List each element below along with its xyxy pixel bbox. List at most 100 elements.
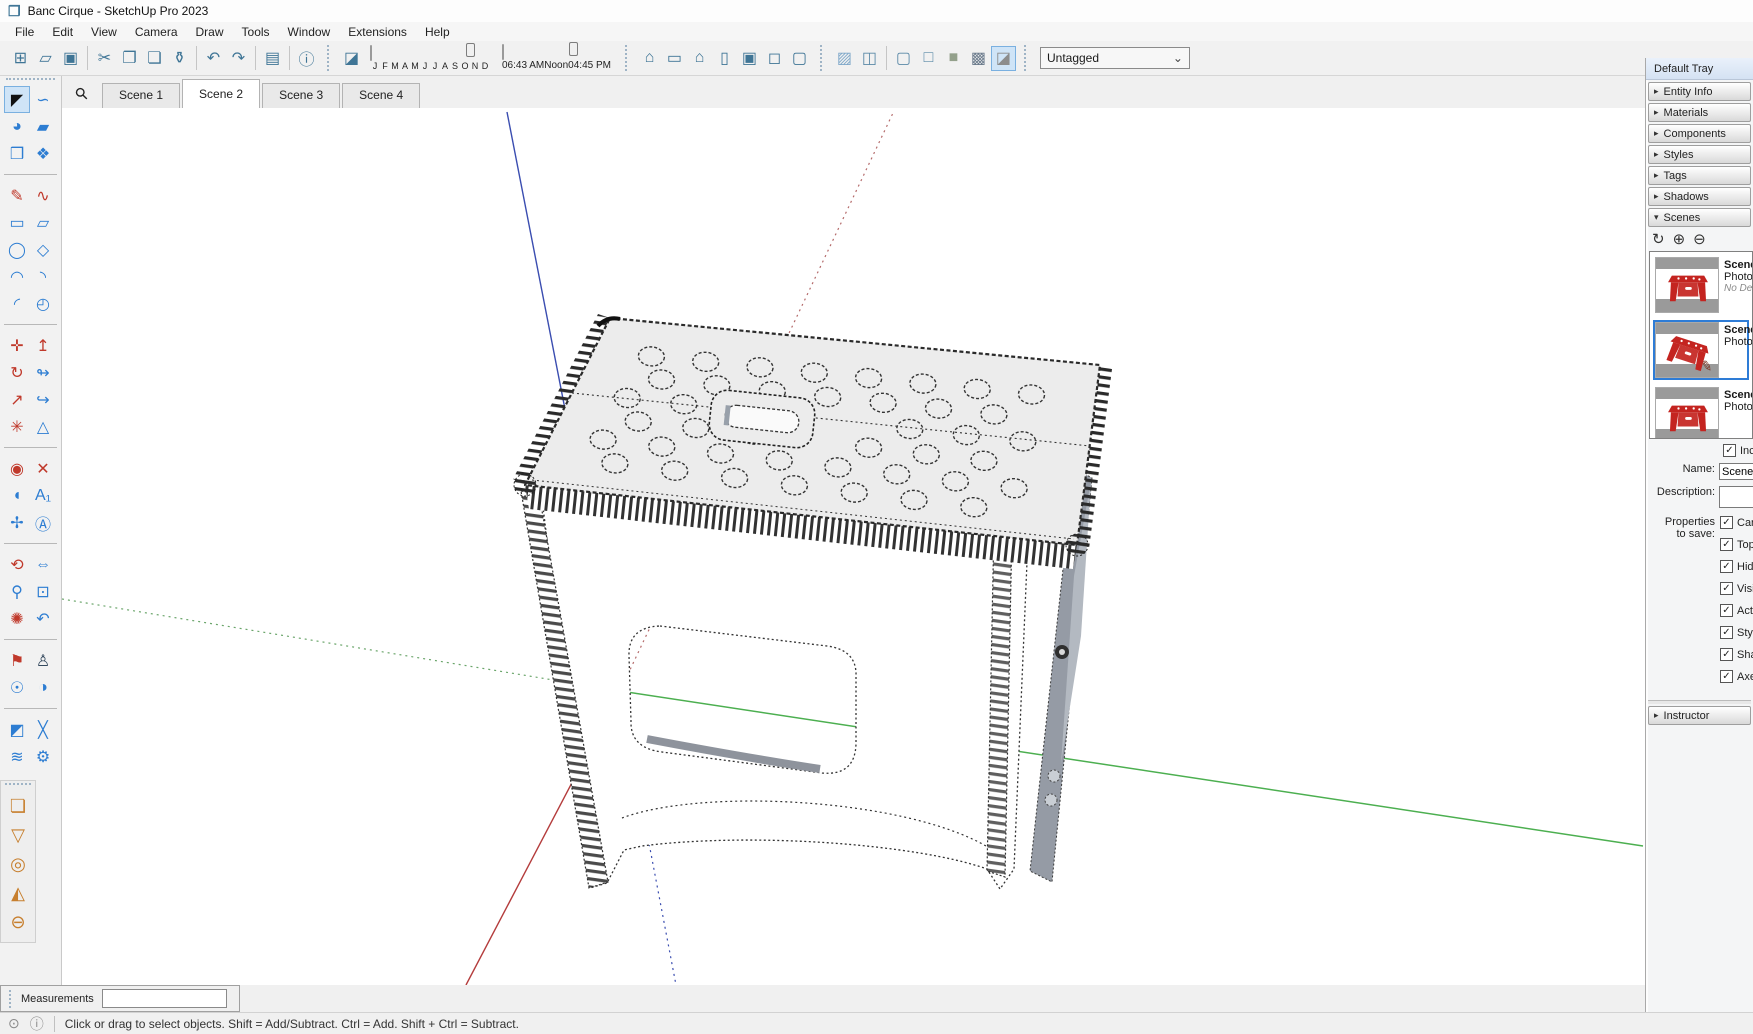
cone-volume-tool[interactable]: ◭ — [5, 880, 31, 907]
scene-thumbnail[interactable] — [1655, 387, 1719, 438]
erase-button[interactable]: ⚱ — [167, 46, 192, 71]
tray-resize-handle[interactable] — [1648, 700, 1751, 704]
style-xray-button[interactable]: ▨ — [832, 46, 857, 71]
walk-tool[interactable]: ♙ — [30, 647, 56, 674]
style-shaded-button[interactable]: ■ — [941, 46, 966, 71]
rings-tool[interactable]: ◎ — [5, 851, 31, 878]
rotated-rectangle-tool[interactable]: ▱ — [30, 209, 56, 236]
menu-item[interactable]: View — [82, 23, 126, 41]
checkbox-icon[interactable]: ✓ — [1720, 604, 1733, 617]
active-tag-dropdown[interactable]: Untagged ⌄ — [1039, 47, 1190, 69]
tray-section-header[interactable]: ▸ Styles — [1648, 145, 1751, 164]
toolbar-grip[interactable] — [9, 989, 13, 1008]
push-pull-tool[interactable]: ↥ — [30, 332, 56, 359]
checkbox-icon[interactable]: ✓ — [1723, 444, 1736, 457]
follow-me-tool[interactable]: ↬ — [30, 359, 56, 386]
zoom-window-tool[interactable]: ⊡ — [30, 578, 56, 605]
scene-property-checkbox[interactable]: ✓ Sha — [1720, 648, 1753, 661]
remove-scene-button[interactable]: ⊖ — [1693, 230, 1706, 248]
rectangle-tool[interactable]: ▭ — [4, 209, 30, 236]
time-slider-track[interactable] — [502, 44, 504, 60]
date-slider-handle[interactable] — [465, 42, 475, 57]
scene-tab[interactable]: Scene 4 — [342, 83, 421, 108]
arc-2pt-tool[interactable]: ◠ — [4, 263, 30, 290]
include-in-animation-checkbox[interactable]: ✓ Inc — [1723, 444, 1753, 457]
checkbox-icon[interactable]: ✓ — [1720, 648, 1733, 661]
look-at-tool[interactable]: ◑ — [30, 674, 56, 701]
arc-3pt-tool[interactable]: ◝ — [30, 263, 56, 290]
scene-property-checkbox[interactable]: ✓ Act — [1720, 604, 1753, 617]
text-tool[interactable]: A₁ — [30, 482, 56, 509]
new-button[interactable]: ⊞ — [8, 46, 33, 71]
display-section-cuts-tool[interactable]: ≋ — [4, 743, 30, 770]
drape-tool[interactable]: ▽ — [5, 822, 31, 849]
display-section-planes-tool[interactable]: ╳ — [30, 716, 56, 743]
style-monochrome-button[interactable]: ◪ — [990, 45, 1016, 71]
menu-item[interactable]: Extensions — [339, 23, 416, 41]
scene-property-checkbox[interactable]: ✓ Top — [1720, 538, 1753, 551]
shadows-toggle-button[interactable]: ◪ — [339, 46, 364, 71]
open-button[interactable]: ▱ — [33, 46, 58, 71]
tray-section-scenes[interactable]: ▾ Scenes — [1648, 208, 1751, 227]
section-settings-tool[interactable]: ⚙ — [30, 743, 56, 770]
style-back-edges-button[interactable]: ◫ — [857, 46, 882, 71]
cone-plumb-tool[interactable]: △ — [30, 413, 56, 440]
zoom-extents-tool[interactable]: ✺ — [4, 605, 30, 632]
view-left-button[interactable]: ◻ — [762, 46, 787, 71]
polygon-tool[interactable]: ◇ — [30, 236, 56, 263]
scene-list-item[interactable]: Scene Photo: ✎ — [1653, 385, 1752, 438]
stool-geometry[interactable] — [513, 314, 1112, 891]
paste-button[interactable]: ❏ — [142, 46, 167, 71]
make-component-tool[interactable]: ❒ — [4, 140, 30, 167]
geolocation-icon[interactable]: ⊙ — [8, 1015, 20, 1032]
scene-tab[interactable]: Scene 1 — [102, 83, 181, 108]
toolbar-grip[interactable] — [1023, 45, 1030, 71]
checkbox-icon[interactable]: ✓ — [1720, 582, 1733, 595]
checkbox-icon[interactable]: ✓ — [1720, 560, 1733, 573]
move-tool[interactable]: ✛ — [4, 332, 30, 359]
tag-tool[interactable]: ❖ — [30, 140, 56, 167]
view-right-button[interactable]: ▯ — [712, 46, 737, 71]
style-hidden-line-button[interactable]: □ — [916, 46, 941, 71]
date-slider-track[interactable] — [370, 44, 372, 61]
scene-tab[interactable]: Scene 2 — [182, 79, 261, 108]
menu-item[interactable]: Draw — [187, 23, 233, 41]
view-top-button[interactable]: ▭ — [662, 46, 687, 71]
axes-arrows-tool[interactable]: ✳ — [4, 413, 30, 440]
paint-bucket-tool[interactable]: ◕ — [4, 113, 30, 140]
menu-item[interactable]: Tools — [233, 23, 279, 41]
model-info-button[interactable]: ⓘ — [294, 46, 319, 71]
scene-property-checkbox[interactable]: ✓ Axe — [1720, 670, 1753, 683]
scene-thumbnail[interactable] — [1655, 257, 1719, 313]
redo-button[interactable]: ↷ — [226, 46, 251, 71]
measurements-input[interactable] — [101, 989, 227, 1008]
toolbar-grip[interactable] — [819, 45, 826, 71]
refresh-scene-button[interactable]: ↻ — [1652, 230, 1665, 248]
scene-tab[interactable]: Scene 3 — [262, 83, 341, 108]
tray-title[interactable]: Default Tray — [1646, 58, 1753, 80]
scene-property-checkbox[interactable]: ✓ Car — [1720, 516, 1753, 529]
view-back-button[interactable]: ▣ — [737, 46, 762, 71]
tray-section-header[interactable]: ▸ Components — [1648, 124, 1751, 143]
tray-section-header[interactable]: ▸ Shadows — [1648, 187, 1751, 206]
shadow-date-slider[interactable]: JFMAMJJASOND — [370, 42, 490, 71]
view-bottom-button[interactable]: ▢ — [787, 46, 812, 71]
look-around-tool[interactable]: ☉ — [4, 674, 30, 701]
scene-property-checkbox[interactable]: ✓ Sty — [1720, 626, 1753, 639]
protractor-tool[interactable]: ◖ — [4, 482, 30, 509]
freehand-tool[interactable]: ∿ — [30, 182, 56, 209]
pan-tool[interactable]: ⇔ — [30, 551, 56, 578]
scale-tool[interactable]: ↗ — [4, 386, 30, 413]
scene-name-input[interactable] — [1719, 463, 1753, 480]
ellipse-tool[interactable]: ⊖ — [5, 909, 31, 936]
menu-item[interactable]: Edit — [43, 23, 82, 41]
line-tool[interactable]: ✎ — [4, 182, 30, 209]
circle-tool[interactable]: ◯ — [4, 236, 30, 263]
palette-grip[interactable] — [5, 783, 31, 791]
offset-tool[interactable]: ↪ — [30, 386, 56, 413]
dimension-tool[interactable]: ✕ — [30, 455, 56, 482]
add-scene-button[interactable]: ⊕ — [1673, 230, 1686, 248]
palette-grip[interactable] — [6, 78, 55, 86]
scene-description-input[interactable] — [1719, 486, 1753, 508]
axes-tool[interactable]: ✢ — [4, 509, 30, 536]
